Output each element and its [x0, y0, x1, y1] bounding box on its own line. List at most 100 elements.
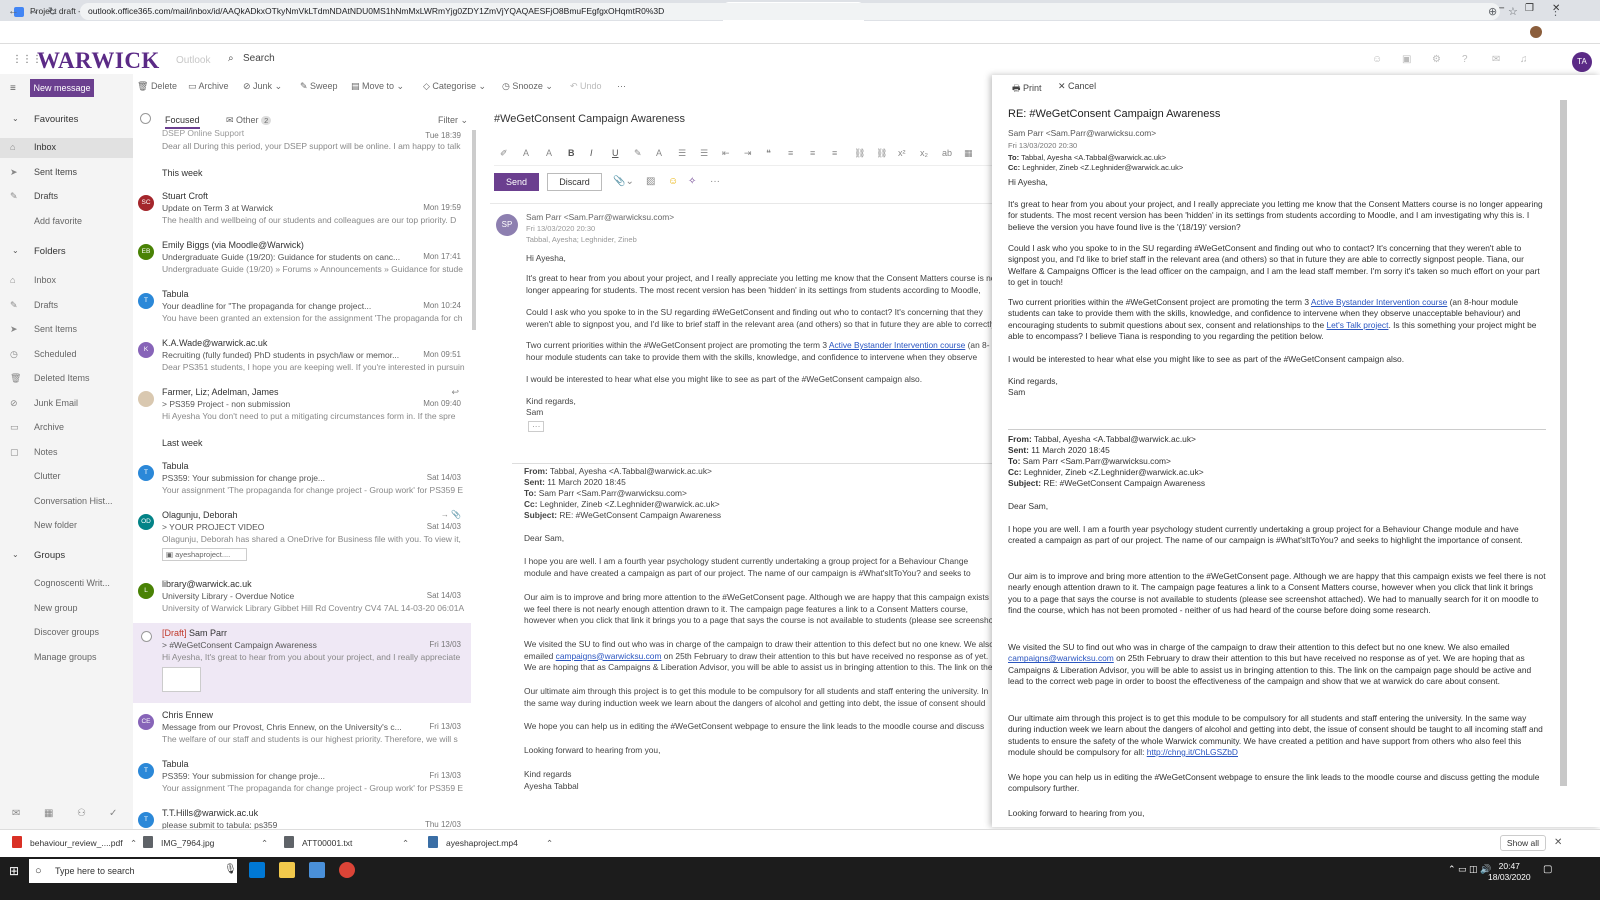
- list-scrollbar[interactable]: [472, 130, 476, 330]
- more-actions-button[interactable]: ···: [617, 81, 626, 91]
- group-item[interactable]: Manage groups: [34, 652, 97, 662]
- superscript-icon[interactable]: x²: [898, 148, 906, 158]
- list-item[interactable]: DSEP Online Support Tue 18:39 Dear all D…: [133, 130, 471, 154]
- print-bystander-link[interactable]: Active Bystander Intervention course: [1311, 297, 1447, 307]
- attachment-chip[interactable]: ▣ ayeshaproject....: [162, 548, 247, 561]
- list-item[interactable]: Farmer, Liz; Adelman, James > PS359 Proje…: [133, 382, 471, 431]
- list-item[interactable]: SC Stuart Croft Update on Term 3 at Warwic…: [133, 186, 471, 235]
- folders-chevron-icon[interactable]: ⌄: [12, 246, 19, 255]
- print-campaigns-link[interactable]: campaigns@warwicksu.com: [1008, 653, 1114, 663]
- taskbar-search-input[interactable]: Type here to search: [29, 859, 237, 883]
- snooze-button[interactable]: ◷ Snooze ⌄: [502, 81, 553, 92]
- profile-avatar[interactable]: [1530, 26, 1542, 38]
- show-trimmed-button[interactable]: ···: [528, 421, 545, 432]
- download-chevron-icon[interactable]: ⌃: [130, 838, 137, 849]
- folder-item[interactable]: Clutter: [34, 471, 61, 481]
- list-item[interactable]: K K.A.Wade@warwick.ac.uk Recruiting (fully…: [133, 333, 471, 382]
- download-chevron-icon[interactable]: ⌃: [546, 838, 553, 849]
- align-right-icon[interactable]: ≡: [832, 148, 837, 158]
- delete-button[interactable]: 🗑 Delete: [137, 81, 177, 92]
- fav-item[interactable]: Inbox: [34, 142, 56, 152]
- megaphone-icon[interactable]: ✉: [1492, 54, 1500, 65]
- format-painter-icon[interactable]: ✐: [500, 148, 508, 159]
- store-icon[interactable]: [309, 862, 325, 878]
- unlink-icon[interactable]: ⛓: [876, 148, 887, 159]
- print-lets-talk-link[interactable]: Let's Talk project: [1326, 320, 1388, 330]
- print-petition-link[interactable]: http://chng.it/ChLGSZbD: [1147, 747, 1238, 757]
- align-center-icon[interactable]: ≡: [810, 148, 815, 158]
- emoji-icon[interactable]: ☺: [668, 176, 678, 187]
- show-all-button[interactable]: Show all: [1500, 835, 1546, 851]
- tab-focused[interactable]: Focused: [165, 115, 200, 129]
- mail-icon[interactable]: ✉: [12, 808, 20, 819]
- underline-icon[interactable]: U: [612, 148, 619, 158]
- list-item[interactable]: Llibrary@warwick.ac.uk University Library…: [133, 574, 471, 623]
- insert-image-icon[interactable]: ▨: [646, 176, 655, 187]
- list-item[interactable]: T Tabula PS359: Your submission for change…: [133, 754, 471, 803]
- back-icon[interactable]: ←: [8, 5, 19, 17]
- folder-item[interactable]: Junk Email: [34, 398, 78, 408]
- print-button[interactable]: 🖶 Print: [1012, 81, 1042, 97]
- microphone-icon[interactable]: 🎙: [224, 864, 237, 875]
- skype-icon[interactable]: ☺: [1372, 54, 1382, 65]
- move-to-button[interactable]: ▤ Move to ⌄: [351, 81, 404, 92]
- inline-image-thumbnail[interactable]: [162, 667, 201, 692]
- archive-button[interactable]: ▭ Archive: [188, 81, 229, 92]
- folder-item[interactable]: Scheduled: [34, 349, 77, 359]
- group-item[interactable]: New group: [34, 603, 78, 613]
- group-item[interactable]: Discover groups: [34, 627, 99, 637]
- folder-item[interactable]: Inbox: [34, 275, 56, 285]
- chrome-menu-icon[interactable]: ⋮: [1550, 5, 1561, 18]
- font-icon[interactable]: A: [523, 148, 529, 158]
- fav-item[interactable]: Add favorite: [34, 216, 82, 226]
- filter-button[interactable]: Filter ⌄: [438, 115, 468, 126]
- download-chevron-icon[interactable]: ⌃: [402, 838, 409, 849]
- folder-item[interactable]: Deleted Items: [34, 373, 90, 383]
- font-color-icon[interactable]: A: [656, 148, 662, 158]
- select-checkbox[interactable]: [141, 631, 152, 642]
- app-name[interactable]: Outlook: [176, 55, 210, 66]
- align-left-icon[interactable]: ≡: [788, 148, 793, 158]
- favourites-chevron-icon[interactable]: ⌄: [12, 114, 19, 123]
- reply-icon[interactable]: ↩: [451, 387, 459, 398]
- reload-icon[interactable]: ↻: [48, 5, 57, 18]
- settings-gear-icon[interactable]: ⚙: [1432, 54, 1441, 65]
- close-downloads-icon[interactable]: ✕: [1554, 837, 1562, 848]
- outdent-icon[interactable]: ⇤: [722, 148, 730, 159]
- list-item[interactable]: T Tabula Your deadline for "The propaganda…: [133, 284, 471, 333]
- link-icon[interactable]: ⛓: [854, 148, 865, 159]
- forward-icon[interactable]: →: [28, 5, 39, 17]
- undo-button[interactable]: ↶ Undo: [570, 81, 602, 92]
- tasks-icon[interactable]: ✓: [109, 808, 117, 819]
- list-item[interactable]: EB Emily Biggs (via Moodle@Warwick) Underg…: [133, 235, 471, 284]
- numbering-icon[interactable]: ☰: [700, 148, 708, 159]
- bullets-icon[interactable]: ☰: [678, 148, 686, 159]
- italic-icon[interactable]: I: [590, 148, 593, 158]
- fav-item[interactable]: Sent Items: [34, 167, 77, 177]
- cancel-button[interactable]: ✕ Cancel: [1058, 81, 1096, 92]
- hamburger-icon[interactable]: ≡: [10, 83, 16, 94]
- chrome-taskbar-icon[interactable]: [339, 862, 355, 878]
- strikethrough-icon[interactable]: ab: [942, 148, 952, 158]
- font-size-icon[interactable]: A: [546, 148, 552, 158]
- junk-button[interactable]: ⊘ Junk ⌄: [243, 81, 282, 92]
- forward-icon[interactable]: → 📎: [441, 510, 461, 519]
- bell-icon[interactable]: ♫: [1520, 54, 1528, 65]
- people-icon[interactable]: ⚇: [77, 808, 86, 819]
- sweep-button[interactable]: ✎ Sweep: [300, 81, 338, 92]
- folders-header[interactable]: Folders: [34, 246, 66, 257]
- bold-icon[interactable]: B: [568, 148, 575, 158]
- subscript-icon[interactable]: x₂: [920, 148, 928, 158]
- indent-icon[interactable]: ⇥: [744, 148, 752, 159]
- download-chevron-icon[interactable]: ⌃: [261, 838, 268, 849]
- help-icon[interactable]: ?: [1462, 54, 1468, 65]
- quote-icon[interactable]: ❝: [766, 148, 771, 159]
- more-options-icon[interactable]: ···: [710, 176, 720, 187]
- groups-header[interactable]: Groups: [34, 550, 65, 561]
- folder-item[interactable]: Drafts: [34, 300, 58, 310]
- editor-icon[interactable]: ✧: [688, 176, 696, 187]
- folder-item[interactable]: New folder: [34, 520, 77, 530]
- teams-icon[interactable]: ▣: [1402, 54, 1411, 65]
- send-button[interactable]: Send: [494, 173, 539, 191]
- bookmark-star-icon[interactable]: ☆: [1508, 5, 1518, 18]
